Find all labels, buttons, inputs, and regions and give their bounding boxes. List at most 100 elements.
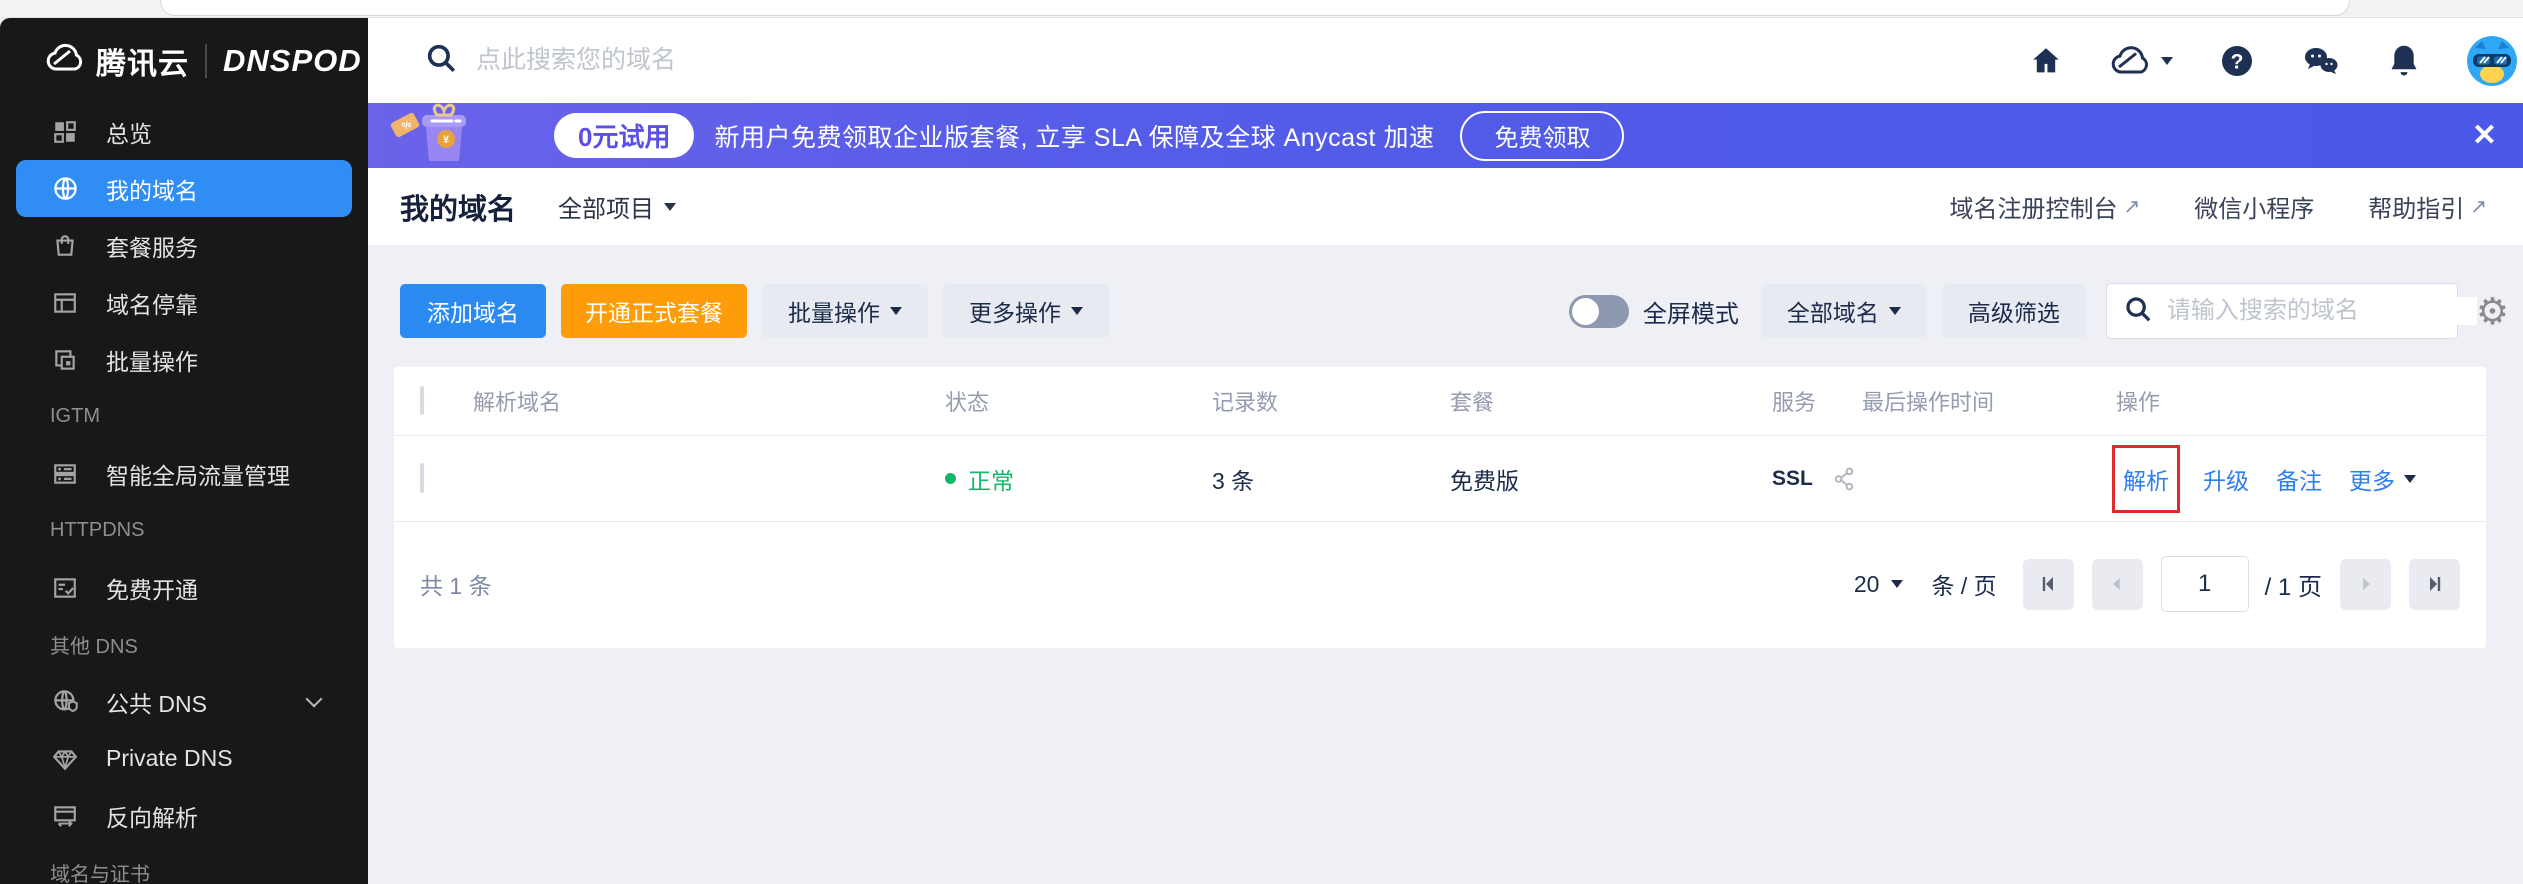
help-guide-link[interactable]: 帮助指引 ↗: [2368, 189, 2487, 224]
home-icon[interactable]: [2029, 44, 2063, 78]
help-icon[interactable]: ?: [2219, 43, 2255, 79]
share-nodes-icon[interactable]: [1831, 466, 1857, 492]
trial-badge: 0元试用: [554, 113, 695, 158]
caret-down-icon: [1891, 580, 1904, 588]
column-header-domain: 解析域名: [473, 390, 562, 415]
status-badge: 正常: [945, 462, 1212, 496]
sidebar-item-plans[interactable]: 套餐服务: [0, 217, 368, 274]
row-actions: 解析 升级 备注 更多: [2112, 444, 2486, 513]
note-link[interactable]: 备注: [2276, 462, 2322, 496]
sidebar-item-overview[interactable]: 总览: [0, 103, 368, 160]
more-actions-dropdown[interactable]: 更多: [2349, 462, 2416, 496]
next-page-button[interactable]: [2340, 558, 2391, 610]
page-size-select[interactable]: 20: [1854, 571, 1904, 598]
column-header-records: 记录数: [1212, 390, 1279, 415]
pagination: 20 条 / 页 / 1 页: [1854, 556, 2460, 612]
project-filter-dropdown[interactable]: 全部项目: [558, 189, 677, 224]
content-area: 添加域名 开通正式套餐 批量操作 更多操作 全屏模式 全部域名 高级筛选 请输入…: [368, 245, 2523, 884]
sidebar-item-global-traffic[interactable]: 智能全局流量管理: [0, 445, 368, 502]
wechat-miniprogram-link[interactable]: 微信小程序: [2194, 189, 2314, 224]
gem-icon: [50, 746, 80, 772]
global-search[interactable]: [424, 41, 1036, 80]
browser-chrome-strip: [0, 0, 2523, 18]
column-header-service: 服务: [1772, 390, 1817, 415]
caret-down-icon: [2404, 474, 2416, 483]
sidebar-item-public-dns[interactable]: 公共 DNS: [0, 673, 368, 730]
open-paid-plan-button[interactable]: 开通正式套餐: [561, 284, 747, 338]
close-icon[interactable]: ✕: [2472, 120, 2497, 151]
sidebar-item-label: 我的域名: [106, 177, 198, 204]
table-footer: 共 1 条 20 条 / 页 1 / 1 页: [394, 522, 2486, 646]
external-link-icon: ↗: [2123, 196, 2141, 218]
previous-page-button[interactable]: [2091, 558, 2143, 610]
link-label: 域名注册控制台: [1949, 196, 2118, 223]
column-header-last-operation-time: 最后操作时间: [1862, 390, 1995, 415]
more-label: 更多: [2349, 467, 2395, 494]
grid-icon: [50, 119, 80, 145]
sidebar-item-reverse-dns[interactable]: 反向解析: [0, 787, 368, 844]
resolve-link[interactable]: 解析: [2123, 462, 2169, 496]
sidebar-item-label: 智能全局流量管理: [106, 462, 290, 489]
column-header-status: 状态: [945, 390, 990, 415]
user-avatar[interactable]: [2467, 35, 2517, 86]
external-link-icon: ↗: [2470, 196, 2487, 218]
link-label: 微信小程序: [2194, 196, 2315, 223]
globe-shield-icon: [50, 688, 80, 715]
page-header: 我的域名 全部项目 域名注册控制台 ↗ 微信小程序 帮助指引 ↗: [368, 168, 2523, 245]
domain-search-input[interactable]: [2166, 297, 2477, 325]
record-count: 3 条: [1212, 467, 1255, 494]
shopping-bag-icon: [50, 233, 80, 259]
row-checkbox[interactable]: [420, 463, 424, 493]
upgrade-link[interactable]: 升级: [2203, 462, 2249, 496]
project-filter-label: 全部项目: [558, 196, 655, 223]
sidebar-item-private-dns[interactable]: Private DNS: [0, 730, 368, 787]
layout-icon: [50, 290, 80, 316]
claim-free-button[interactable]: 免费领取: [1460, 110, 1625, 161]
more-operations-button[interactable]: 更多操作: [943, 284, 1109, 338]
advanced-filter-button[interactable]: 高级筛选: [1941, 284, 2086, 338]
wechat-icon[interactable]: [2301, 44, 2341, 78]
svg-text:?: ?: [2231, 50, 2244, 73]
gift-box-illustration: % ¥: [388, 101, 484, 168]
sidebar-section-igtm: IGTM: [50, 405, 100, 427]
console-cloud-icon[interactable]: [2109, 44, 2173, 78]
page-number-input[interactable]: [2160, 556, 2249, 612]
sidebar-item-label: 公共 DNS: [106, 690, 207, 717]
sidebar-item-domain-parking[interactable]: 域名停靠: [0, 274, 368, 331]
topbar-icons: ?: [2029, 35, 2517, 86]
sidebar-item-free-activation[interactable]: 免费开通: [0, 559, 368, 616]
domain-filter-dropdown[interactable]: 全部域名: [1760, 284, 1927, 338]
main-area: ? %¥ 0元试用 新用户免费领取企业版套餐, 立享 SLA 保障及全球 Any…: [368, 18, 2523, 884]
sidebar-item-label: Private DNS: [106, 745, 233, 771]
table-row: 正常 3 条 免费版 SSL 解析 升级 备注 更多: [394, 436, 2486, 522]
sidebar-item-batch-operations[interactable]: 批量操作: [0, 331, 368, 388]
fullscreen-toggle[interactable]: [1568, 294, 1629, 328]
brand-logo[interactable]: 腾讯云 DNSPOD: [0, 18, 368, 103]
select-all-checkbox[interactable]: [420, 386, 424, 415]
banner-message: 新用户免费领取企业版套餐, 立享 SLA 保障及全球 Anycast 加速: [714, 123, 1435, 152]
global-search-input[interactable]: [476, 46, 1036, 75]
sidebar-item-my-domains[interactable]: 我的域名: [16, 160, 352, 217]
button-label: 批量操作: [788, 300, 880, 326]
toggle-knob: [1571, 297, 1599, 325]
brand-name: 腾讯云: [96, 47, 189, 81]
sidebar-item-label: 域名停靠: [106, 291, 198, 318]
last-page-button[interactable]: [2409, 558, 2460, 610]
caret-down-icon: [1888, 307, 1901, 315]
column-header-actions: 操作: [2116, 390, 2161, 415]
notification-bell-icon[interactable]: [2387, 43, 2421, 79]
domain-table-card: 解析域名 状态 记录数 套餐 服务 最后操作时间 操作 正常 3 条 免费版 S…: [394, 367, 2486, 648]
toolbar-right: 全屏模式 全部域名 高级筛选 ⚙: [1568, 283, 2509, 339]
domain-registration-console-link[interactable]: 域名注册控制台 ↗: [1949, 189, 2140, 224]
window-swap-icon: [50, 803, 80, 829]
batch-operations-button[interactable]: 批量操作: [762, 284, 928, 338]
link-label: 帮助指引: [2368, 196, 2465, 223]
gear-icon[interactable]: ⚙: [2476, 293, 2509, 330]
search-icon: [424, 41, 458, 80]
sidebar-item-label: 套餐服务: [106, 234, 198, 261]
add-domain-button[interactable]: 添加域名: [400, 284, 546, 338]
first-page-button[interactable]: [2022, 558, 2074, 610]
servers-icon: [50, 461, 80, 487]
sidebar: 腾讯云 DNSPOD 总览 我的域名 套餐服务 域名停靠 批量操作 IGTM 智…: [0, 18, 368, 884]
browser-address-bar[interactable]: [160, 0, 2350, 16]
